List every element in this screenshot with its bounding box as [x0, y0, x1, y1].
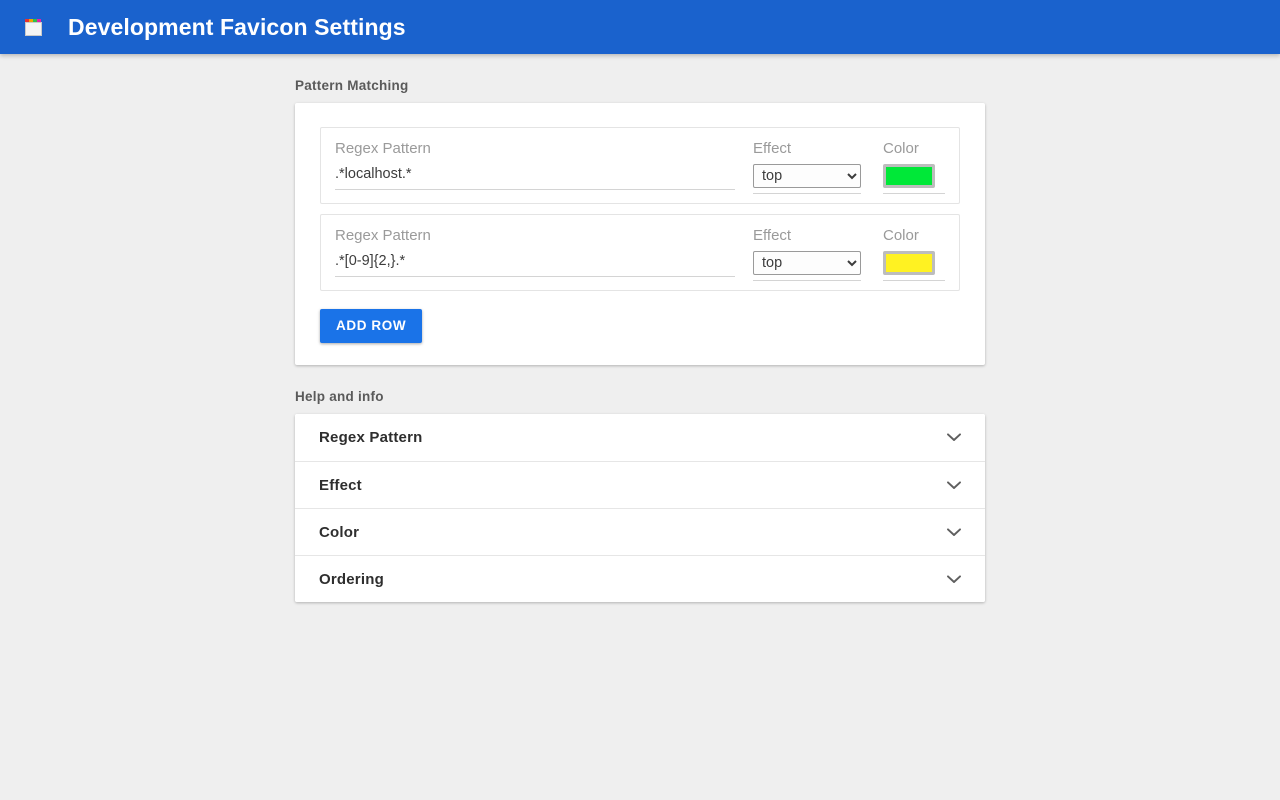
regex-pattern-label: Regex Pattern	[335, 225, 735, 251]
help-and-info-section: Help and info Regex Pattern Effect Color	[295, 389, 985, 602]
favicon-palette-icon	[24, 17, 44, 37]
effect-field: Effect top	[753, 138, 883, 194]
regex-pattern-field: Regex Pattern	[335, 225, 753, 277]
regex-pattern-label: Regex Pattern	[335, 138, 735, 164]
color-swatch-wrap	[883, 164, 945, 194]
effect-select[interactable]: top	[753, 251, 861, 275]
regex-pattern-input[interactable]	[335, 251, 735, 277]
pattern-matching-section: Pattern Matching Regex Pattern Effect to…	[295, 78, 985, 365]
help-panel-title: Regex Pattern	[319, 429, 422, 446]
regex-pattern-field: Regex Pattern	[335, 138, 753, 190]
color-field: Color	[883, 225, 945, 281]
add-row-button[interactable]: ADD ROW	[320, 309, 422, 343]
help-panel-title: Ordering	[319, 571, 384, 588]
effect-label: Effect	[753, 138, 861, 164]
help-and-info-title: Help and info	[295, 389, 985, 414]
help-panel-title: Color	[319, 524, 359, 541]
help-panel-ordering[interactable]: Ordering	[295, 555, 985, 602]
page-title: Development Favicon Settings	[68, 14, 406, 41]
help-panel-regex-pattern[interactable]: Regex Pattern	[295, 414, 985, 461]
chevron-down-icon	[947, 575, 961, 584]
app-header: Development Favicon Settings	[0, 0, 1280, 54]
pattern-matching-title: Pattern Matching	[295, 78, 985, 103]
help-panel-color[interactable]: Color	[295, 508, 985, 555]
effect-select[interactable]: top	[753, 164, 861, 188]
page-content: Pattern Matching Regex Pattern Effect to…	[0, 54, 1280, 602]
effect-field: Effect top	[753, 225, 883, 281]
color-swatch[interactable]	[883, 164, 935, 188]
effect-select-wrap: top	[753, 164, 861, 194]
effect-select-wrap: top	[753, 251, 861, 281]
color-swatch[interactable]	[883, 251, 935, 275]
effect-label: Effect	[753, 225, 861, 251]
pattern-row: Regex Pattern Effect top Color	[320, 127, 960, 204]
pattern-row: Regex Pattern Effect top Color	[320, 214, 960, 291]
chevron-down-icon	[947, 433, 961, 442]
pattern-matching-card: Regex Pattern Effect top Color	[295, 103, 985, 365]
color-label: Color	[883, 138, 945, 164]
help-panel-effect[interactable]: Effect	[295, 461, 985, 508]
help-accordion: Regex Pattern Effect Color Ordering	[295, 414, 985, 602]
color-field: Color	[883, 138, 945, 194]
help-panel-title: Effect	[319, 477, 362, 494]
color-swatch-wrap	[883, 251, 945, 281]
chevron-down-icon	[947, 481, 961, 490]
regex-pattern-input[interactable]	[335, 164, 735, 190]
chevron-down-icon	[947, 528, 961, 537]
color-label: Color	[883, 225, 945, 251]
